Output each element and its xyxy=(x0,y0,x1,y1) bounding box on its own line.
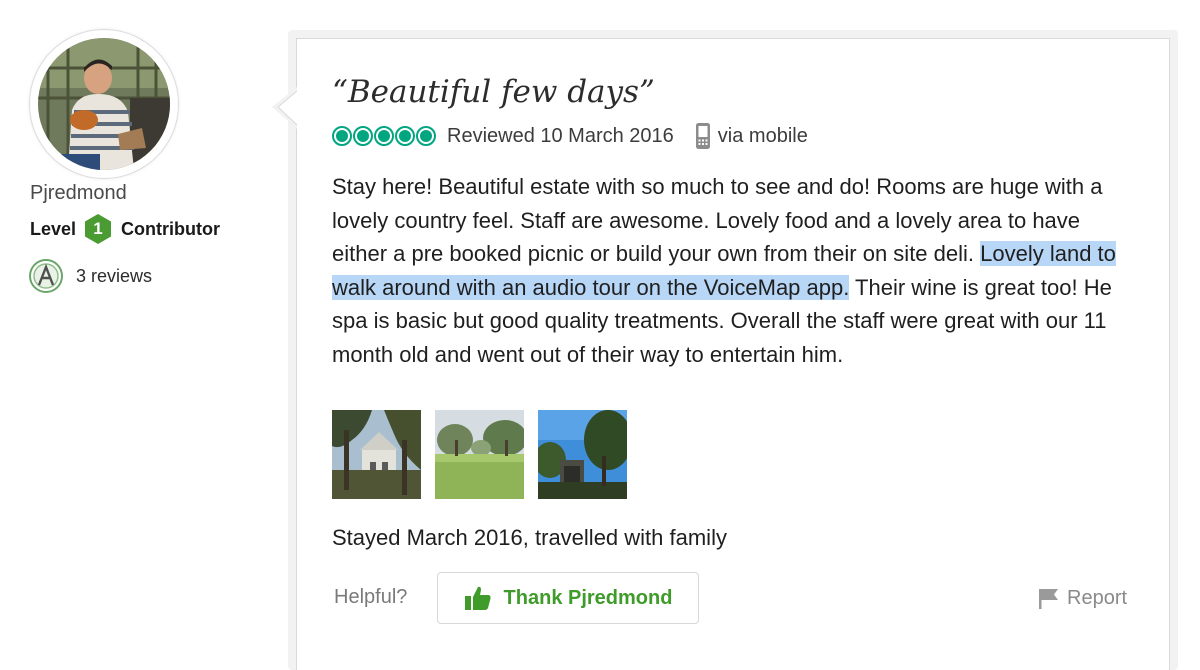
thank-button-label: Thank Pjredmond xyxy=(503,586,673,609)
contributor-level: Level 1 Contributor xyxy=(30,214,220,244)
avatar-photo xyxy=(38,38,170,170)
rating-bubble-icon xyxy=(353,126,373,146)
reviewed-date: Reviewed 10 March 2016 xyxy=(447,124,674,147)
review-photo-lawn[interactable] xyxy=(435,410,524,499)
review-photo-trees[interactable] xyxy=(538,410,627,499)
mobile-phone-icon xyxy=(695,123,710,149)
thumbs-up-icon xyxy=(464,586,491,610)
via-mobile-label: via mobile xyxy=(717,124,808,147)
reviews-count-label: 3 reviews xyxy=(76,265,153,286)
member-avatar[interactable] xyxy=(30,30,178,178)
helpful-label: Helpful? xyxy=(334,586,408,608)
rating-bubble-icon xyxy=(395,126,415,146)
review-meta: Reviewed 10 March 2016 via mobile xyxy=(332,121,808,151)
review-photo-estate[interactable] xyxy=(332,410,421,499)
report-label: Report xyxy=(1067,586,1128,609)
reviews-icon xyxy=(29,259,63,293)
rating-bubble-icon xyxy=(416,126,436,146)
rating-bubble-icon xyxy=(332,126,352,146)
flag-icon xyxy=(1039,589,1058,609)
level-suffix: Contributor xyxy=(121,218,221,239)
level-badge-icon: 1 xyxy=(84,213,112,245)
review-title[interactable]: “Beautiful few days” xyxy=(332,74,655,110)
rating-bubble-icon xyxy=(374,126,394,146)
review-body: Stay here! Beautiful estate with so much… xyxy=(332,170,1132,372)
stay-details: Stayed March 2016, travelled with family xyxy=(332,525,727,550)
level-number: 1 xyxy=(93,219,103,238)
review-photos xyxy=(332,410,641,499)
member-review-count[interactable]: 3 reviews xyxy=(28,259,152,293)
member-username[interactable]: Pjredmond xyxy=(30,182,127,205)
level-prefix: Level xyxy=(30,218,77,239)
rating-bubbles xyxy=(332,126,437,146)
thank-button[interactable]: Thank Pjredmond xyxy=(437,572,699,624)
report-link[interactable]: Report xyxy=(1037,584,1127,612)
